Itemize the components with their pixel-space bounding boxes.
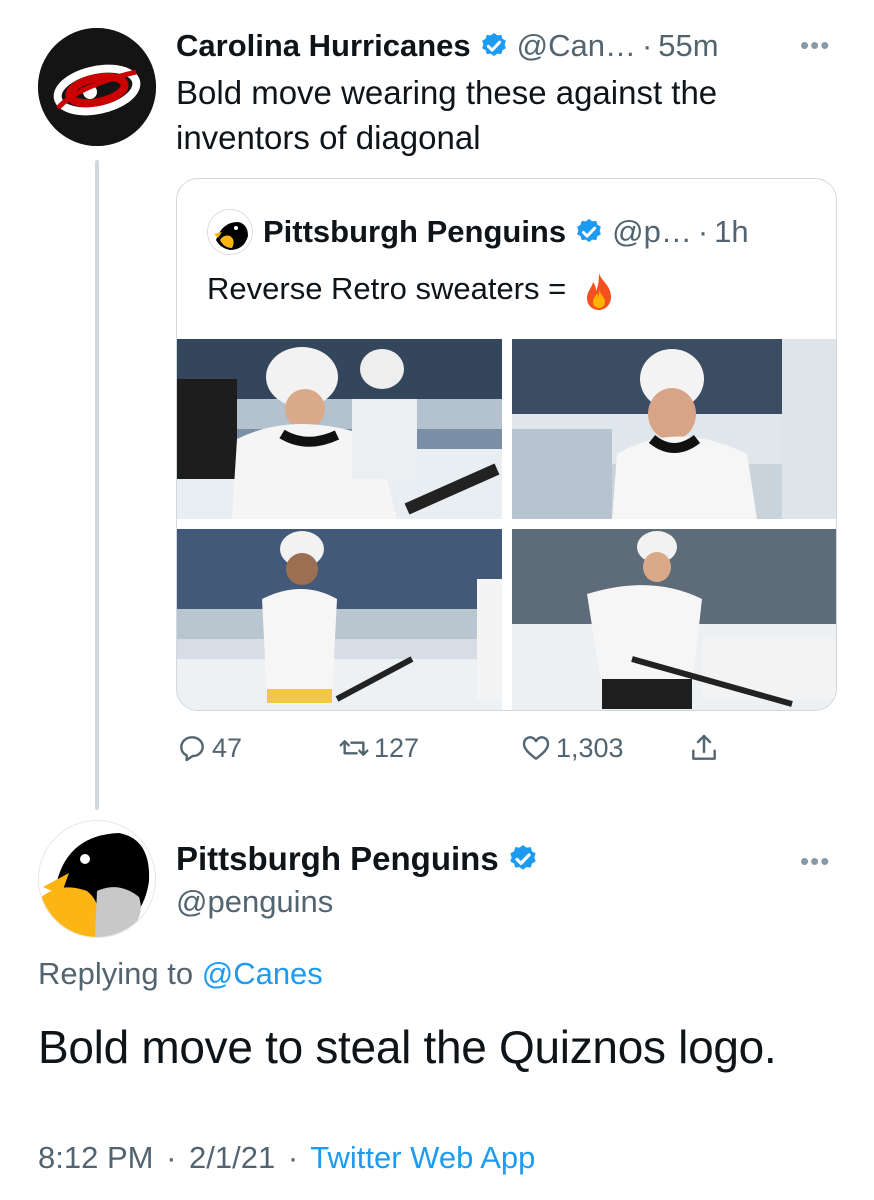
more-options-icon[interactable]: ••• [800,30,830,61]
reply-count: 47 [212,732,243,763]
hockey-photo [512,339,836,519]
separator: · [287,1140,299,1175]
share-button[interactable] [688,728,724,768]
separator: · [641,28,653,63]
photo-4[interactable] [512,529,836,710]
avatar[interactable] [38,28,156,146]
retweet-button[interactable]: 127 [338,728,419,768]
replying-prefix: Replying to [38,956,194,991]
photo-1[interactable] [177,339,502,519]
reply-author-name[interactable]: Pittsburgh Penguins [176,836,547,882]
verified-badge-icon [481,32,506,57]
tweet-meta: 8:12 PM · 2/1/21 · Twitter Web App [38,1140,535,1176]
penguins-logo [39,821,155,937]
author-name: Pittsburgh Penguins [263,214,567,249]
replying-to: Replying to @Canes [38,956,323,992]
timestamp[interactable]: 55m [658,28,718,64]
quoted-tweet-card[interactable]: Pittsburgh Penguins @p… · 1h Reverse Ret… [176,178,837,711]
reply-text: Bold move to steal the Quiznos logo. [38,1021,777,1073]
retweet-icon [339,740,369,756]
tweet-header: Carolina Hurricanes @Can… · 55m [176,24,719,68]
reply-button[interactable]: 47 [176,728,242,768]
separator: · [166,1140,177,1175]
reply-icon [180,736,204,762]
tweet-text: Bold move wearing these against the inve… [176,74,718,156]
verified-badge-icon [510,845,536,870]
like-count: 1,303 [556,732,624,763]
author-name[interactable]: Pittsburgh Penguins [176,840,499,878]
thread-line [95,160,99,810]
hockey-photo [512,529,836,710]
like-button[interactable]: 1,303 [520,728,624,768]
more-options-icon[interactable]: ••• [800,846,830,877]
photo-2[interactable] [512,339,836,519]
photo-3[interactable] [177,529,502,710]
tweet-source-link[interactable]: Twitter Web App [310,1140,535,1175]
avatar [207,209,253,255]
author-handle[interactable]: @Can… [517,28,636,64]
quoted-tweet-text: Reverse Retro sweaters = [207,271,617,311]
author-handle: @p… [612,214,692,249]
avatar[interactable] [38,820,156,938]
replying-to-link[interactable]: @Canes [202,956,323,991]
fire-icon [586,273,611,310]
quoted-tweet-header: Pittsburgh Penguins @p… · 1h [263,209,749,255]
heart-icon [522,736,550,760]
tweet-time[interactable]: 8:12 PM [38,1140,153,1175]
hockey-photo [177,529,502,710]
retweet-count: 127 [374,732,420,763]
author-handle[interactable]: @penguins [176,884,333,920]
verified-badge-icon [577,218,601,243]
share-icon [692,734,716,760]
quoted-tweet-body: Reverse Retro sweaters = [207,271,567,307]
separator: · [697,214,709,249]
tweet-actions: 47 127 1,303 [176,728,776,768]
tweet-date[interactable]: 2/1/21 [189,1140,275,1175]
timestamp: 1h [714,214,749,249]
penguins-logo [208,210,252,254]
photo-grid [177,339,836,710]
hurricanes-logo [38,28,156,146]
hockey-photo [177,339,502,519]
author-name[interactable]: Carolina Hurricanes [176,28,471,64]
